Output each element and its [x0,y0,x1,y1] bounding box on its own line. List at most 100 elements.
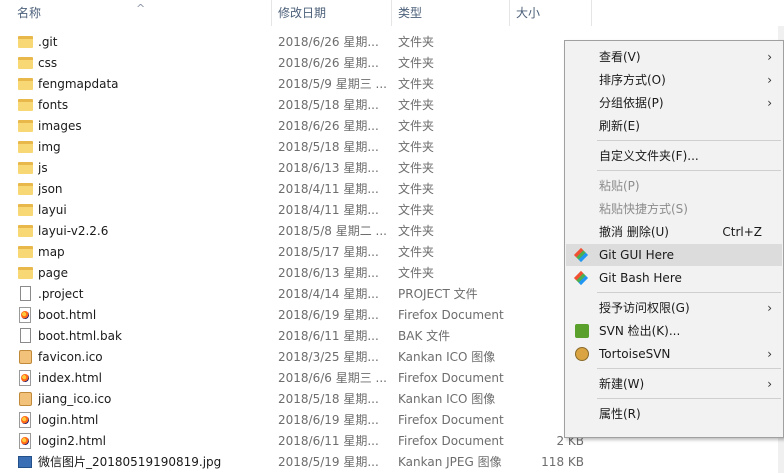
file-row[interactable]: 微信图片_20180519190819.jpg 2018/5/19 星期... Ka… [0,452,784,473]
file-name: map [38,245,65,259]
folder-icon [18,246,33,258]
column-header-date[interactable]: 修改日期 [272,0,392,26]
chevron-right-icon: › [767,301,772,315]
file-date: 2018/6/11 星期... [278,434,379,448]
file-date: 2018/5/18 星期... [278,140,379,154]
file-name: page [38,266,68,280]
menu-item-undo-delete[interactable]: 撤消 删除(U) Ctrl+Z [566,221,782,243]
column-header-size[interactable]: 大小 [510,0,592,26]
file-type: 文件夹 [398,203,435,217]
file-size: 118 KB [541,455,584,469]
folder-icon [18,141,33,153]
menu-separator [597,170,781,171]
file-type: 文件夹 [398,245,435,259]
menu-item-sort-by[interactable]: 排序方式(O) › [566,69,782,91]
menu-separator [597,292,781,293]
file-type: Firefox Document [398,371,504,385]
folder-icon [18,57,33,69]
file-type: 文件夹 [398,224,435,238]
menu-item-undo-delete-label: 撤消 删除(U) [599,225,669,239]
menu-separator [597,368,781,369]
column-header-name[interactable]: 名称 ^ [0,0,272,26]
file-type: Kankan ICO 图像 [398,350,496,364]
file-date: 2018/6/19 星期... [278,413,379,427]
folder-icon [18,162,33,174]
menu-item-grant-access[interactable]: 授予访问权限(G) › [566,297,782,319]
menu-item-view[interactable]: 查看(V) › [566,46,782,68]
file-name: fengmapdata [38,77,119,91]
file-name: login2.html [38,434,107,448]
firefox-document-icon [19,307,31,323]
sort-ascending-icon: ^ [136,2,146,15]
folder-icon [18,183,33,195]
folder-icon [18,204,33,216]
menu-item-paste-shortcut[interactable]: 粘贴快捷方式(S) [566,198,782,220]
file-type: PROJECT 文件 [398,287,478,301]
file-name: img [38,140,61,154]
menu-item-paste-label: 粘贴(P) [599,179,640,193]
file-type: 文件夹 [398,98,435,112]
menu-item-view-label: 查看(V) [599,50,641,64]
jpeg-image-icon [18,456,32,468]
menu-item-git-bash[interactable]: Git Bash Here [566,267,782,289]
file-date: 2018/6/26 星期... [278,56,379,70]
menu-item-git-bash-label: Git Bash Here [599,271,682,285]
menu-item-customize-folder[interactable]: 自定义文件夹(F)... [566,145,782,167]
menu-separator [597,398,781,399]
file-date: 2018/6/6 星期三 ... [278,371,387,385]
firefox-document-icon [19,370,31,386]
file-name: fonts [38,98,69,112]
file-type: BAK 文件 [398,329,451,343]
menu-item-sort-by-label: 排序方式(O) [599,73,666,87]
menu-item-new[interactable]: 新建(W) › [566,373,782,395]
file-type: 文件夹 [398,161,435,175]
file-name: json [38,182,63,196]
folder-icon [18,36,33,48]
file-name: images [38,119,82,133]
folder-icon [18,99,33,111]
menu-item-grant-access-label: 授予访问权限(G) [599,301,690,315]
file-name: boot.html [38,308,97,322]
file-type: 文件夹 [398,266,435,280]
menu-item-group-by[interactable]: 分组依据(P) › [566,92,782,114]
chevron-right-icon: › [767,73,772,87]
file-name: js [38,161,48,175]
column-header-bar: 名称 ^ 修改日期 类型 大小 [0,0,784,26]
file-date: 2018/5/18 星期... [278,392,379,406]
menu-item-git-gui[interactable]: Git GUI Here [566,244,782,266]
file-type: Kankan ICO 图像 [398,392,496,406]
menu-item-refresh-label: 刷新(E) [599,119,640,133]
folder-icon [18,225,33,237]
menu-item-paste[interactable]: 粘贴(P) [566,175,782,197]
menu-separator [597,140,781,141]
folder-icon [18,267,33,279]
image-icon [19,392,32,406]
file-date: 2018/5/19 星期... [278,455,379,469]
chevron-right-icon: › [767,347,772,361]
file-name: jiang_ico.ico [38,392,112,406]
file-type: 文件夹 [398,119,435,133]
file-date: 2018/6/13 星期... [278,266,379,280]
menu-item-tortoise-svn[interactable]: TortoiseSVN › [566,343,782,365]
column-header-type[interactable]: 类型 [392,0,510,26]
document-icon [20,286,31,301]
file-name: index.html [38,371,102,385]
file-name: .git [38,35,58,49]
menu-item-svn-checkout[interactable]: SVN 检出(K)... [566,320,782,342]
firefox-document-icon [19,433,31,449]
chevron-right-icon: › [767,50,772,64]
file-date: 2018/5/9 星期三 ... [278,77,387,91]
menu-item-paste-shortcut-label: 粘贴快捷方式(S) [599,202,688,216]
file-date: 2018/5/8 星期二 ... [278,224,387,238]
menu-item-undo-shortcut: Ctrl+Z [722,225,762,239]
file-name: layui [38,203,67,217]
context-menu: 查看(V) › 排序方式(O) › 分组依据(P) › 刷新(E) 自定义文件夹… [564,40,784,438]
file-name: layui-v2.2.6 [38,224,109,238]
git-icon [573,270,589,286]
file-name: login.html [38,413,99,427]
menu-item-refresh[interactable]: 刷新(E) [566,115,782,137]
menu-item-tortoise-svn-label: TortoiseSVN [599,347,671,361]
menu-item-properties[interactable]: 属性(R) [566,403,782,425]
file-type: 文件夹 [398,140,435,154]
file-type: Kankan JPEG 图像 [398,455,502,469]
